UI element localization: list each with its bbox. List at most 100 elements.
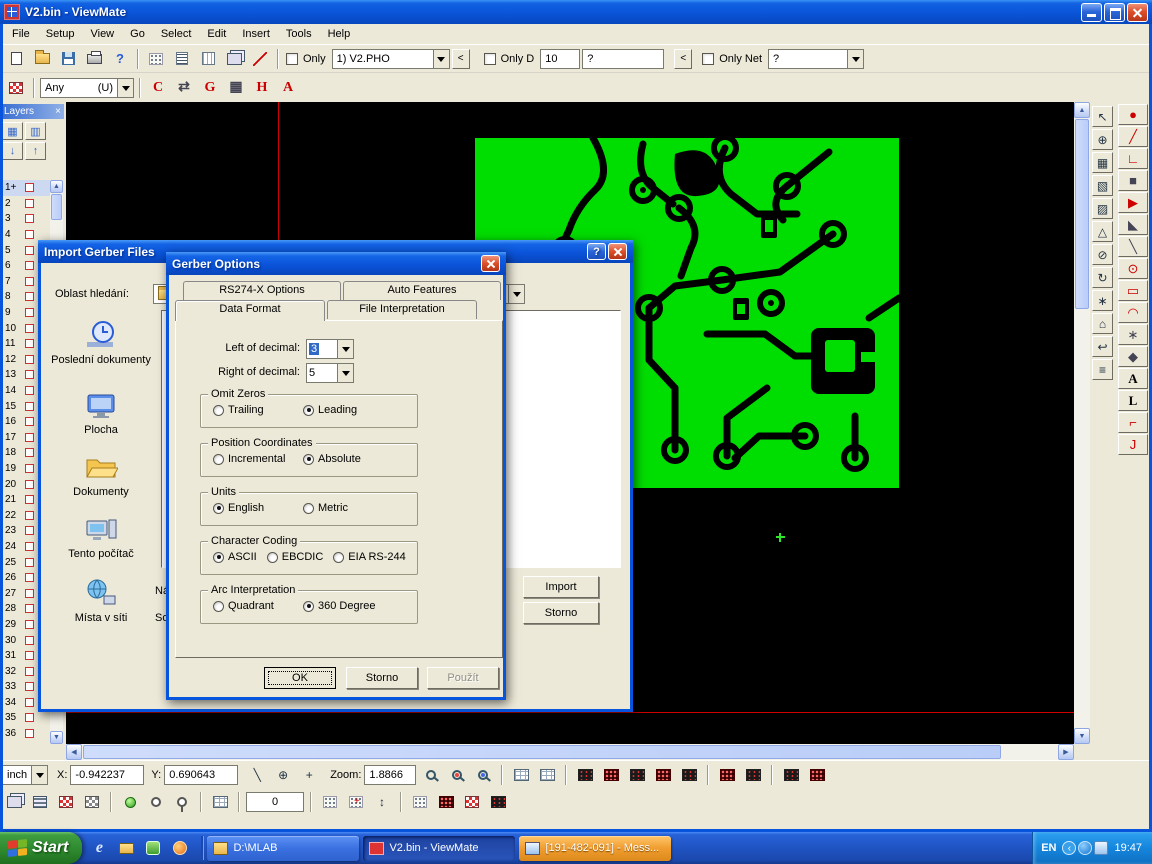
radio-option[interactable]: Quadrant [213,600,297,612]
dot-grid-icon[interactable] [318,791,342,813]
x-coordinate-field[interactable]: -0.942237 [70,765,144,785]
rect-tool-icon[interactable]: ▭ [1118,280,1148,301]
layer-up-button[interactable]: ↑ [25,142,46,160]
only-dcode-checkbox[interactable] [484,53,496,65]
select-type-combo[interactable]: Any (U) [40,78,134,98]
zoom-plus-icon[interactable]: ⊕ [1092,129,1113,150]
menu-item[interactable]: View [82,26,122,42]
dropdown-arrow-icon[interactable] [337,363,354,383]
grid-value-field[interactable]: 0 [246,792,304,812]
rotate-icon[interactable]: ↻ [1092,267,1113,288]
layer-swatch[interactable] [25,386,34,395]
pad-view-3-icon[interactable] [625,764,649,786]
layer-swatch[interactable] [25,480,34,489]
scroll-up-icon[interactable]: ▲ [1074,102,1090,118]
menu-item[interactable]: Help [320,26,359,42]
pattern-c-icon[interactable] [460,791,484,813]
corner-tool-icon[interactable]: ◣ [1118,214,1148,235]
prev-dcode-button[interactable]: < [674,49,692,69]
layer-swatch[interactable] [25,558,34,567]
dropdown-arrow-icon[interactable] [337,339,354,359]
pad-view-5-icon[interactable] [677,764,701,786]
messenger-icon[interactable] [1094,841,1108,855]
select-arrow-icon[interactable]: ↖ [1092,106,1113,127]
layer-row[interactable]: 2 [2,196,50,212]
help-pointer-icon[interactable] [108,48,132,70]
line-tool-icon[interactable]: ╱ [1118,126,1148,147]
restore-button[interactable] [1104,3,1125,22]
probe-circle-icon[interactable] [170,791,194,813]
layers-grid-button[interactable]: ▦ [2,122,23,140]
layer-swatch[interactable] [25,324,34,333]
layers-list-button[interactable]: ▥ [25,122,46,140]
close-button[interactable] [1127,3,1148,22]
pad-view-8-icon[interactable] [779,764,803,786]
right-of-decimal-combo[interactable]: 5 [306,363,354,383]
snap-green-icon[interactable] [118,791,142,813]
radio-option[interactable]: Incremental [213,453,297,465]
layer-swatch[interactable] [25,355,34,364]
scroll-left-icon[interactable]: ◀ [66,744,82,760]
layers-panel-header[interactable]: Layers × [1,104,64,119]
layer-swatch[interactable] [25,620,34,629]
layer-down-button[interactable]: ↓ [2,142,23,160]
import-button[interactable]: Import [523,576,599,598]
pad-tool-icon[interactable]: ■ [1118,170,1148,191]
radio-option[interactable]: Absolute [303,453,387,465]
letter-a-icon[interactable]: A [276,77,300,99]
layer-swatch[interactable] [25,308,34,317]
jog-tool-icon[interactable]: J [1118,434,1148,455]
layer-row[interactable]: 3 [2,211,50,227]
scroll-thumb[interactable] [51,194,62,220]
pattern-b-icon[interactable] [434,791,458,813]
vertical-scrollbar[interactable]: ▲ ▼ [1074,102,1090,744]
scroll-thumb[interactable] [83,745,1001,759]
layer-swatch[interactable] [25,214,34,223]
prev-layer-button[interactable]: < [452,49,470,69]
layer-swatch[interactable] [25,542,34,551]
hide-icons-button[interactable]: ‹ [1062,841,1076,855]
ok-button[interactable]: OK [264,667,336,689]
zoom-points-icon[interactable] [471,764,495,786]
layer-swatch[interactable] [25,417,34,426]
language-indicator[interactable]: EN [1041,842,1056,854]
updown-icon[interactable] [370,791,394,813]
layer-swatch[interactable] [25,511,34,520]
letter-h-icon[interactable]: H [250,77,274,99]
selection-filter-icon[interactable] [4,77,28,99]
menu-item[interactable]: Insert [234,26,278,42]
layer-swatch[interactable] [25,698,34,707]
only-layer-checkbox[interactable] [286,53,298,65]
letter-g-icon[interactable]: G [198,77,222,99]
dropdown-arrow-icon[interactable] [31,765,48,785]
cancel-button[interactable]: Storno [346,667,418,689]
layer-swatch[interactable] [25,667,34,676]
grid-toggle-icon[interactable]: ▦ [1092,152,1113,173]
layer-swatch[interactable] [25,651,34,660]
dropdown-arrow-icon[interactable] [117,78,134,98]
im-status-icon[interactable] [1078,841,1092,855]
place-documents[interactable]: Dokumenty [49,450,153,498]
menu-item[interactable]: Go [122,26,153,42]
menu-item[interactable]: Tools [278,26,320,42]
layer-swatch[interactable] [25,636,34,645]
layer-stack-icon[interactable] [28,791,52,813]
zoom-field[interactable]: 1.8866 [364,765,416,785]
outline-circle-icon[interactable] [144,791,168,813]
units-combo[interactable]: inch [2,765,48,785]
close-button[interactable] [481,255,500,272]
place-network[interactable]: Místa v síti [49,576,153,624]
grid-icon[interactable]: ▦ [224,77,248,99]
layer-swatch[interactable] [25,713,34,722]
tab[interactable]: RS274-X Options [183,281,341,300]
dcode-input[interactable]: 10 [540,49,580,69]
layer-swatch[interactable] [25,261,34,270]
text-tool-icon[interactable]: A [1118,368,1148,389]
zoom-region-icon[interactable] [445,764,469,786]
layer-table-icon[interactable] [196,48,220,70]
layers-icon[interactable]: ≡ [1092,359,1113,380]
open-file-icon[interactable] [30,48,54,70]
radio-option[interactable]: ASCII [213,551,257,563]
grid-table-icon[interactable] [208,791,232,813]
dropdown-arrow-icon[interactable] [847,49,864,69]
